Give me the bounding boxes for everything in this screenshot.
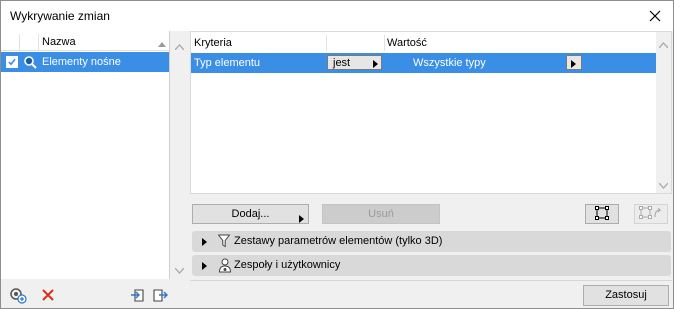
header-name[interactable]: Nazwa <box>42 36 76 48</box>
scroll-down-icon[interactable] <box>174 265 185 277</box>
criteria-cell: Typ elementu <box>194 57 261 69</box>
apply-button-label: Zastosuj <box>605 289 647 301</box>
expand-arrow-icon[interactable] <box>202 237 207 249</box>
apply-button[interactable]: Zastosuj <box>583 285 669 306</box>
users-icon <box>218 258 232 273</box>
title-bar: Wykrywanie zmian <box>1 1 673 31</box>
add-rule-icon[interactable] <box>9 286 27 304</box>
section-label: Zestawy parametrów elementów (tylko 3D) <box>234 235 443 247</box>
triangle-right-icon <box>571 59 576 71</box>
value-cell: Wszystkie typy <box>413 57 486 69</box>
item-label: Elementy nośne <box>42 56 121 68</box>
delete-icon[interactable] <box>39 286 57 304</box>
section-teams-users[interactable]: Zespoły i użytkownicy <box>192 255 671 276</box>
operator-dropdown[interactable]: jest <box>327 55 382 70</box>
operator-value: jest <box>333 57 351 69</box>
remove-button[interactable]: Usuń <box>322 204 440 224</box>
add-button-label: Dodaj... <box>231 208 270 220</box>
sort-ascending-icon <box>158 38 166 50</box>
operator-column-header[interactable] <box>327 35 385 51</box>
triangle-right-icon <box>373 59 378 71</box>
change-detection-dialog: Wykrywanie zmian Nazwa Elementy nośne Kr… <box>0 0 674 309</box>
rules-list: Nazwa Elementy nośne <box>1 31 170 279</box>
item-checkbox[interactable] <box>6 56 18 68</box>
import-icon[interactable] <box>129 286 147 304</box>
select-area-button[interactable] <box>585 204 619 224</box>
value-header-label: Wartość <box>387 37 427 49</box>
scroll-up-icon[interactable] <box>658 39 669 51</box>
remove-button-label: Usuń <box>368 208 394 220</box>
header-check-column <box>1 34 20 50</box>
reset-selection-button[interactable] <box>634 204 668 224</box>
rules-toolbar <box>1 280 169 308</box>
close-icon[interactable] <box>645 6 665 26</box>
left-scrollbar[interactable] <box>171 31 189 279</box>
scroll-up-icon[interactable] <box>174 41 185 53</box>
search-icon <box>23 55 37 69</box>
add-button[interactable]: Dodaj... <box>192 204 309 224</box>
selection-rectangle-icon <box>595 205 609 223</box>
criteria-scrollbar[interactable] <box>656 32 671 193</box>
export-icon[interactable] <box>151 286 169 304</box>
list-item[interactable]: Elementy nośne <box>1 52 169 72</box>
section-label: Zespoły i użytkownicy <box>234 259 341 271</box>
rules-list-header: Nazwa <box>1 34 169 51</box>
criteria-table: Kryteria Wartość Typ elementu jest Wszys… <box>190 31 672 194</box>
scroll-down-icon[interactable] <box>658 180 669 192</box>
triangle-right-icon <box>299 211 304 229</box>
expand-arrow-icon[interactable] <box>202 261 207 273</box>
footer-divider <box>190 280 672 281</box>
criteria-header-label: Kryteria <box>194 37 232 49</box>
table-row[interactable]: Typ elementu jest Wszystkie typy <box>191 53 658 73</box>
section-parameter-sets[interactable]: Zestawy parametrów elementów (tylko 3D) <box>192 231 671 252</box>
header-icon-column <box>20 34 39 50</box>
window-title: Wykrywanie zmian <box>10 9 110 23</box>
value-dropdown[interactable] <box>566 55 582 70</box>
selection-reset-icon <box>639 205 663 223</box>
filter-icon <box>217 234 232 249</box>
